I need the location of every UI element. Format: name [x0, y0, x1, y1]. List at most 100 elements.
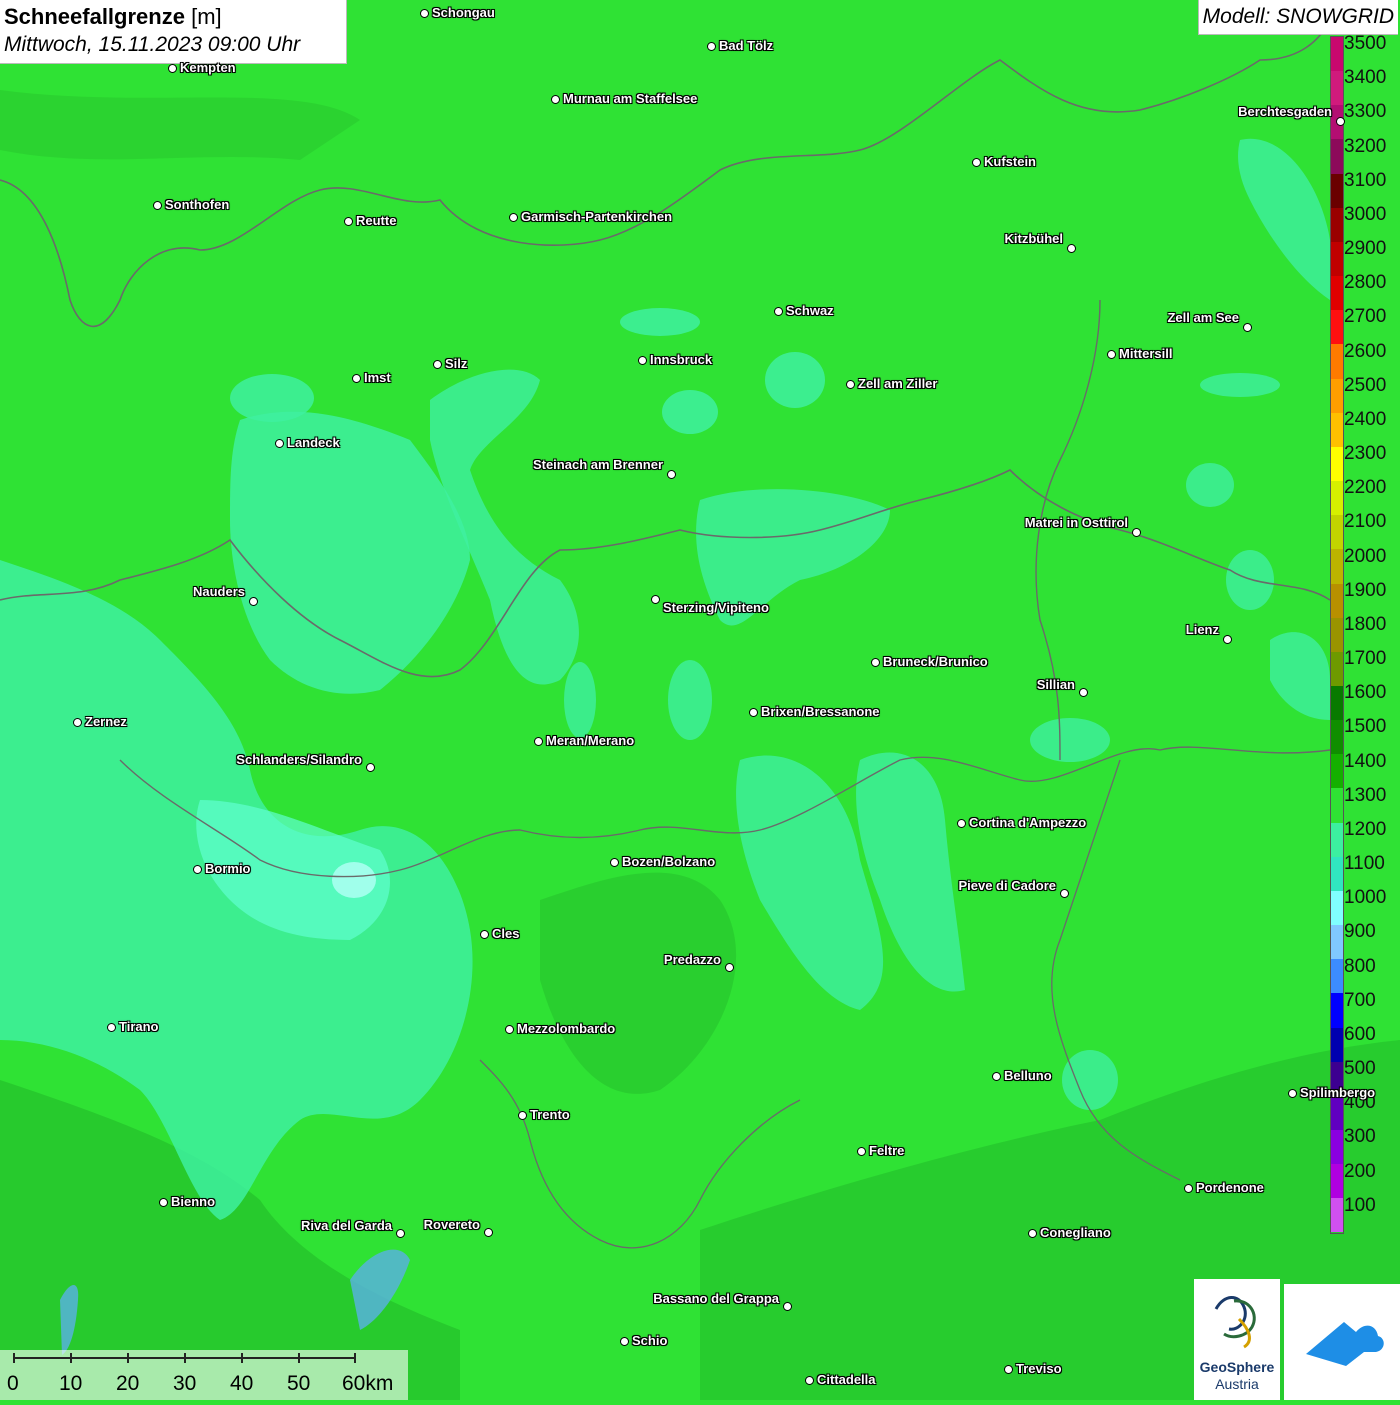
legend-swatch — [1331, 241, 1343, 277]
legend-label: 3300 — [1344, 101, 1387, 123]
city-marker[interactable] — [73, 718, 82, 727]
city-marker[interactable] — [857, 1147, 866, 1156]
legend-label: 3500 — [1344, 33, 1387, 54]
legend-label: 3100 — [1344, 169, 1387, 191]
city-label: Lienz — [1185, 622, 1219, 637]
city-label: Bienno — [171, 1194, 216, 1209]
city-label: Garmisch-Partenkirchen — [521, 209, 673, 224]
legend-label: 1600 — [1344, 682, 1387, 704]
legend-label: 1200 — [1344, 818, 1387, 840]
city-marker[interactable] — [153, 201, 162, 210]
city-label: Bad Tölz — [719, 38, 774, 53]
legend-swatch — [1331, 310, 1343, 345]
city-marker[interactable] — [193, 865, 202, 874]
city-marker[interactable] — [159, 1198, 168, 1207]
city-label: Zernez — [85, 714, 127, 729]
city-marker[interactable] — [846, 380, 855, 389]
city-marker[interactable] — [534, 737, 543, 746]
city-marker[interactable] — [1288, 1089, 1297, 1098]
legend-label: 200 — [1344, 1160, 1376, 1182]
city-marker[interactable] — [1132, 528, 1141, 537]
map-light-area — [1062, 1050, 1118, 1110]
legend-label: 800 — [1344, 955, 1376, 977]
city-marker[interactable] — [638, 356, 647, 365]
city-marker[interactable] — [957, 819, 966, 828]
legend-label: 1400 — [1344, 750, 1387, 772]
legend-label: 700 — [1344, 989, 1376, 1011]
city-label: Predazzo — [663, 952, 721, 967]
legend-swatch — [1331, 617, 1343, 652]
city-label: Schongau — [432, 5, 495, 20]
city-marker[interactable] — [725, 963, 734, 972]
city-marker[interactable] — [749, 708, 758, 717]
city-marker[interactable] — [366, 763, 375, 772]
legend-swatch — [1331, 1130, 1343, 1165]
legend-label: 2000 — [1344, 545, 1387, 567]
city-marker[interactable] — [509, 213, 518, 222]
legend-swatch — [1331, 207, 1343, 242]
map-core-area — [332, 862, 376, 898]
city-marker[interactable] — [972, 158, 981, 167]
city-marker[interactable] — [1184, 1184, 1193, 1193]
city-marker[interactable] — [1028, 1229, 1037, 1238]
map-light-area — [620, 308, 700, 336]
city-marker[interactable] — [871, 658, 880, 667]
city-marker[interactable] — [344, 217, 353, 226]
map-title-box: Schneefallgrenze [m] Mittwoch, 15.11.202… — [0, 0, 347, 64]
city-marker[interactable] — [249, 597, 258, 606]
city-marker[interactable] — [505, 1025, 514, 1034]
city-label: Kempten — [180, 60, 236, 75]
legend-swatch — [1331, 446, 1343, 482]
geosphere-logo-text: GeoSphere — [1199, 1359, 1275, 1375]
legend-label: 3000 — [1344, 203, 1387, 225]
city-label: Conegliano — [1040, 1225, 1111, 1240]
city-marker[interactable] — [107, 1023, 116, 1032]
city-marker[interactable] — [420, 9, 429, 18]
city-marker[interactable] — [1243, 323, 1252, 332]
city-marker[interactable] — [783, 1302, 792, 1311]
city-marker[interactable] — [707, 42, 716, 51]
app-logo[interactable] — [1284, 1284, 1400, 1400]
city-marker[interactable] — [774, 307, 783, 316]
legend-label: 2700 — [1344, 306, 1387, 328]
map-light-area — [230, 374, 314, 422]
city-marker[interactable] — [610, 858, 619, 867]
city-marker[interactable] — [396, 1229, 405, 1238]
city-marker[interactable] — [480, 930, 489, 939]
city-marker[interactable] — [651, 595, 660, 604]
city-marker[interactable] — [275, 439, 284, 448]
city-marker[interactable] — [433, 360, 442, 369]
city-marker[interactable] — [551, 95, 560, 104]
city-label: Matrei in Osttirol — [1024, 515, 1128, 530]
city-marker[interactable] — [1223, 635, 1232, 644]
legend-swatch — [1331, 173, 1343, 208]
legend-swatch — [1331, 651, 1343, 686]
city-marker[interactable] — [1004, 1365, 1013, 1374]
city-marker[interactable] — [1067, 244, 1076, 253]
city-marker[interactable] — [1336, 117, 1345, 126]
scale-label: 50 — [287, 1372, 311, 1395]
city-marker[interactable] — [1060, 889, 1069, 898]
legend-swatch — [1331, 37, 1343, 72]
city-marker[interactable] — [1079, 688, 1088, 697]
city-marker[interactable] — [620, 1337, 629, 1346]
city-marker[interactable] — [484, 1228, 493, 1237]
legend-swatch — [1331, 788, 1343, 823]
legend-swatch — [1331, 685, 1343, 721]
city-marker[interactable] — [1107, 350, 1116, 359]
legend-label: 1800 — [1344, 613, 1387, 635]
legend-swatch — [1331, 139, 1343, 174]
legend-label: 300 — [1344, 1126, 1376, 1148]
geosphere-logo[interactable]: GeoSphere Austria — [1194, 1279, 1280, 1400]
city-marker[interactable] — [518, 1111, 527, 1120]
scale-label: 0 — [7, 1372, 19, 1395]
city-label: Innsbruck — [650, 352, 713, 367]
city-marker[interactable] — [168, 64, 177, 73]
legend-label: 1000 — [1344, 887, 1387, 909]
city-marker[interactable] — [667, 470, 676, 479]
city-label: Meran/Merano — [546, 733, 635, 748]
city-marker[interactable] — [805, 1376, 814, 1385]
legend-label: 2800 — [1344, 272, 1387, 294]
city-marker[interactable] — [352, 374, 361, 383]
city-marker[interactable] — [992, 1072, 1001, 1081]
